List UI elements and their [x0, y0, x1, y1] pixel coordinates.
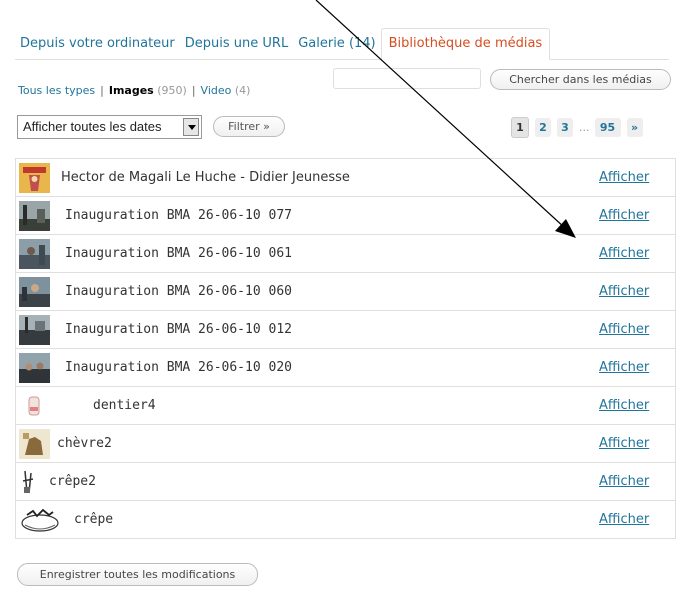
filter-all-types[interactable]: Tous les types [18, 84, 95, 97]
media-title: Inauguration BMA 26-06-10 060 [65, 284, 292, 299]
filter-separator: | [100, 84, 104, 97]
tab-from-computer[interactable]: Depuis votre ordinateur [15, 29, 180, 59]
date-filter-select[interactable]: Afficher toutes les dates [17, 115, 202, 139]
photo-thumbnail [19, 277, 50, 307]
show-link[interactable]: Afficher [599, 311, 649, 349]
photo-thumbnail [19, 315, 50, 345]
tab-gallery[interactable]: Galerie (14) [293, 29, 380, 59]
pagination: 1 2 3 ... 95 » [511, 117, 649, 138]
show-link[interactable]: Afficher [599, 387, 649, 425]
photo-thumbnail [19, 353, 50, 383]
media-title: Inauguration BMA 26-06-10 020 [65, 360, 292, 375]
drawing-thumbnail [19, 505, 61, 535]
save-all-changes-button[interactable]: Enregistrer toutes les modifications [17, 563, 258, 586]
filter-images[interactable]: Images [109, 84, 154, 97]
show-link[interactable]: Afficher [599, 235, 649, 273]
media-title: chèvre2 [57, 436, 112, 451]
tab-from-url[interactable]: Depuis une URL [180, 29, 293, 59]
show-link[interactable]: Afficher [599, 159, 649, 197]
search-media-button[interactable]: Chercher dans les médias [490, 69, 671, 90]
video-count: (4) [234, 84, 251, 97]
show-link[interactable]: Afficher [599, 273, 649, 311]
page-last[interactable]: 95 [594, 118, 621, 137]
type-filter: Tous les types | Images (950) | Video (4) [18, 84, 250, 97]
filter-separator: | [191, 84, 196, 97]
drawing-thumbnail [19, 429, 50, 459]
show-link[interactable]: Afficher [599, 425, 649, 463]
media-row: Inauguration BMA 26-06-10 012 Afficher [16, 311, 675, 349]
media-title: dentier4 [93, 398, 156, 413]
media-row: Hector de Magali Le Huche - Didier Jeune… [16, 159, 675, 197]
media-row: crêpe Afficher [16, 501, 675, 539]
images-count: (950) [157, 84, 187, 97]
media-row: crêpe2 Afficher [16, 463, 675, 501]
photo-thumbnail [19, 201, 50, 231]
tabs-divider [15, 59, 669, 60]
search-input[interactable] [333, 68, 481, 89]
page-1: 1 [511, 117, 529, 138]
show-link[interactable]: Afficher [599, 349, 649, 387]
next-page-button[interactable]: » [626, 118, 643, 137]
show-link[interactable]: Afficher [599, 197, 649, 235]
media-row: Inauguration BMA 26-06-10 061 Afficher [16, 235, 675, 273]
media-row: Inauguration BMA 26-06-10 077 Afficher [16, 197, 675, 235]
photo-thumbnail [19, 239, 50, 269]
media-title: Inauguration BMA 26-06-10 077 [65, 208, 292, 223]
upload-tabs: Depuis votre ordinateur Depuis une URL G… [15, 27, 551, 60]
media-title: Inauguration BMA 26-06-10 012 [65, 322, 292, 337]
media-title: Hector de Magali Le Huche - Didier Jeune… [61, 170, 350, 185]
page-2[interactable]: 2 [535, 118, 551, 137]
filter-button[interactable]: Filtrer » [213, 116, 285, 137]
media-row: dentier4 Afficher [16, 387, 675, 425]
drawing-thumbnail [19, 391, 50, 421]
media-row: Inauguration BMA 26-06-10 060 Afficher [16, 273, 675, 311]
filter-video[interactable]: Video [201, 84, 232, 97]
media-list: Hector de Magali Le Huche - Didier Jeune… [15, 158, 676, 539]
drawing-thumbnail [19, 467, 50, 497]
media-row: chèvre2 Afficher [16, 425, 675, 463]
media-row: Inauguration BMA 26-06-10 020 Afficher [16, 349, 675, 387]
dropdown-arrow-icon[interactable] [183, 118, 199, 136]
page-3[interactable]: 3 [557, 118, 573, 137]
tab-media-library[interactable]: Bibliothèque de médias [380, 28, 551, 60]
book-cover-thumbnail [19, 163, 50, 193]
media-title: Inauguration BMA 26-06-10 061 [65, 246, 292, 261]
show-link[interactable]: Afficher [599, 463, 649, 501]
media-title: crêpe [74, 512, 114, 527]
show-link[interactable]: Afficher [599, 501, 649, 539]
pagination-ellipsis: ... [579, 121, 590, 134]
date-filter-value: Afficher toutes les dates [23, 119, 162, 134]
media-title: crêpe2 [49, 474, 96, 489]
